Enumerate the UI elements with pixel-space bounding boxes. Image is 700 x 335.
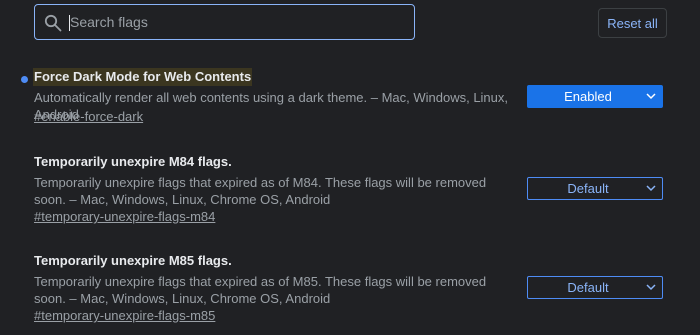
flag-description: Temporarily unexpire flags that expired …	[34, 175, 487, 207]
flag-title: Force Dark Mode for Web Contents	[33, 68, 253, 86]
flag-permalink[interactable]: #temporary-unexpire-flags-m85	[34, 307, 215, 324]
select-value: Default	[567, 280, 609, 295]
search-icon	[44, 14, 62, 32]
reset-all-button[interactable]: Reset all	[598, 8, 667, 38]
flag-entry-unexpire-m84: Temporarily unexpire M84 flags. Temporar…	[0, 153, 700, 228]
text-cursor	[69, 15, 70, 31]
modified-dot-icon	[21, 76, 28, 83]
flag-state-select[interactable]: Default	[527, 177, 663, 200]
flag-state-select[interactable]: Enabled	[527, 85, 663, 108]
flag-permalink[interactable]: #temporary-unexpire-flags-m84	[34, 208, 215, 225]
flag-entry-force-dark: Force Dark Mode for Web Contents Automat…	[0, 68, 700, 128]
search-input[interactable]	[68, 5, 400, 39]
flag-description: Temporarily unexpire flags that expired …	[34, 274, 487, 306]
select-value: Enabled	[564, 89, 612, 104]
search-box[interactable]	[34, 4, 415, 40]
chevron-down-icon	[646, 93, 656, 100]
chevron-down-icon	[646, 284, 656, 291]
select-value: Default	[567, 181, 609, 196]
flag-title: Temporarily unexpire M85 flags.	[34, 253, 232, 268]
flag-title: Temporarily unexpire M84 flags.	[34, 154, 232, 169]
flag-state-select[interactable]: Default	[527, 276, 663, 299]
flag-permalink[interactable]: #enable-force-dark	[34, 108, 143, 125]
flag-entry-unexpire-m85: Temporarily unexpire M85 flags. Temporar…	[0, 252, 700, 327]
chevron-down-icon	[646, 185, 656, 192]
